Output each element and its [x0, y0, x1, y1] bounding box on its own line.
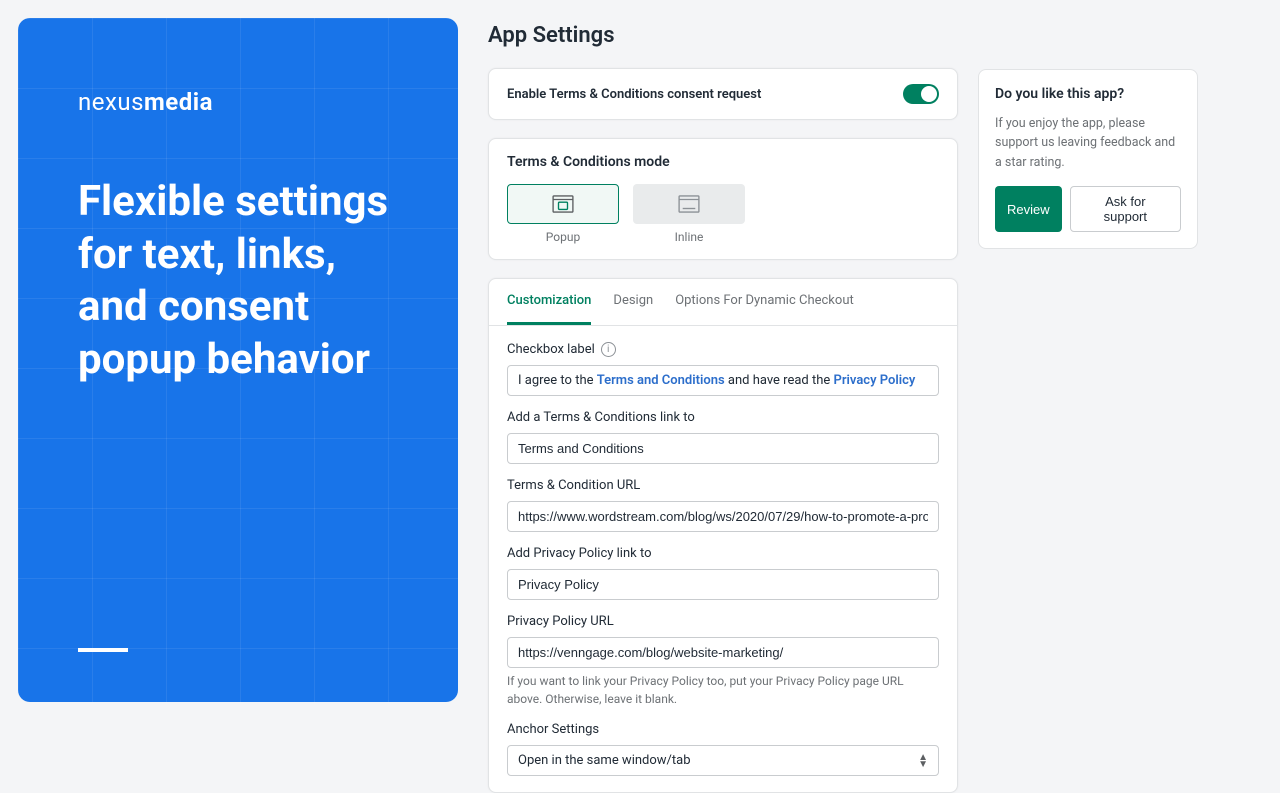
terms-url-input[interactable] [507, 501, 939, 532]
mode-option-inline[interactable]: Inline [633, 184, 745, 244]
terms-url-label: Terms & Condition URL [507, 478, 939, 493]
enable-label: Enable Terms & Conditions consent reques… [507, 87, 761, 102]
brand-logo: nexusmedia [78, 88, 398, 116]
privacy-url-label: Privacy Policy URL [507, 614, 939, 629]
feedback-text: If you enjoy the app, please support us … [995, 114, 1181, 172]
anchor-settings-value: Open in the same window/tab [518, 753, 691, 768]
anchor-settings-label: Anchor Settings [507, 722, 939, 737]
tab-bar: Customization Design Options For Dynamic… [489, 279, 957, 326]
mode-title: Terms & Conditions mode [507, 154, 939, 170]
terms-link-text: Terms and Conditions [597, 373, 725, 388]
add-terms-link-to-label: Add a Terms & Conditions link to [507, 410, 939, 425]
promo-panel: nexusmedia Flexible settings for text, l… [18, 18, 458, 702]
promo-headline: Flexible settings for text, links, and c… [78, 176, 398, 386]
mode-option-popup[interactable]: Popup [507, 184, 619, 244]
privacy-url-input[interactable] [507, 637, 939, 668]
add-terms-link-to-input[interactable] [507, 433, 939, 464]
add-privacy-link-to-input[interactable] [507, 569, 939, 600]
inline-icon [678, 195, 700, 213]
add-privacy-link-to-label: Add Privacy Policy link to [507, 546, 939, 561]
promo-underline [78, 648, 128, 652]
enable-card: Enable Terms & Conditions consent reques… [488, 68, 958, 120]
checkbox-label-title: Checkbox label [507, 342, 595, 357]
brand-bold: media [144, 88, 213, 116]
mode-inline-label: Inline [633, 230, 745, 244]
checkbox-label-input[interactable]: I agree to the Terms and Conditions and … [507, 365, 939, 396]
info-icon[interactable]: i [601, 342, 616, 357]
tab-dynamic-checkout[interactable]: Options For Dynamic Checkout [675, 279, 854, 325]
mode-popup-label: Popup [507, 230, 619, 244]
feedback-title: Do you like this app? [995, 86, 1181, 102]
privacy-link-text: Privacy Policy [834, 373, 916, 388]
feedback-card: Do you like this app? If you enjoy the a… [978, 69, 1198, 249]
customization-card: Customization Design Options For Dynamic… [488, 278, 958, 793]
enable-toggle[interactable] [903, 84, 939, 104]
tab-design[interactable]: Design [613, 279, 653, 325]
mode-card: Terms & Conditions mode Popup [488, 138, 958, 260]
tab-customization[interactable]: Customization [507, 279, 591, 325]
brand-light: nexus [78, 88, 144, 116]
page-title: App Settings [488, 23, 958, 48]
checkbox-label-field: Checkbox label i I agree to the Terms an… [507, 342, 939, 396]
popup-icon [552, 195, 574, 213]
anchor-settings-select[interactable]: Open in the same window/tab ▲▼ [507, 745, 939, 776]
select-chevron-icon: ▲▼ [918, 754, 928, 768]
ask-support-button[interactable]: Ask for support [1070, 186, 1181, 232]
privacy-url-hint: If you want to link your Privacy Policy … [507, 672, 939, 708]
review-button[interactable]: Review [995, 186, 1062, 232]
